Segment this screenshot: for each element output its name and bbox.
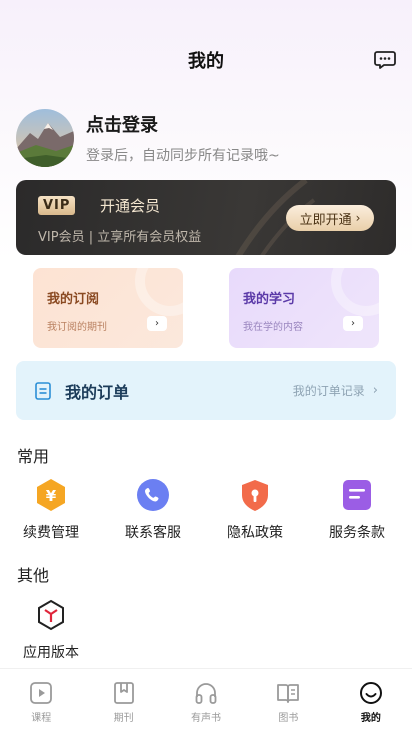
item-label: 隐私政策 xyxy=(227,525,283,541)
profile-login[interactable]: 点击登录 登录后，自动同步所有记录哦~ xyxy=(16,108,396,168)
item-label: 续费管理 xyxy=(23,525,79,541)
avatar[interactable] xyxy=(16,109,74,167)
decorative-ring xyxy=(135,268,183,316)
order-records-label: 我的订单记录 xyxy=(292,384,365,398)
shield-lock-icon xyxy=(238,478,272,512)
tile-title: 我的学习 xyxy=(243,292,296,307)
section-title-other: 其他 xyxy=(17,566,50,585)
tab-courses[interactable]: 课程 xyxy=(0,669,82,734)
item-label: 应用版本 xyxy=(23,645,79,661)
chevron-right-icon[interactable]: › xyxy=(343,316,363,331)
tab-label: 我的 xyxy=(360,713,381,724)
video-icon xyxy=(30,682,53,704)
tab-label: 期刊 xyxy=(113,713,134,724)
page-title: 我的 xyxy=(188,51,224,72)
section-title-common: 常用 xyxy=(17,447,50,466)
decorative-ring xyxy=(331,268,379,316)
order-list-icon xyxy=(35,381,51,400)
bookmark-icon xyxy=(113,682,134,704)
tile-subtitle: 我订阅的期刊 xyxy=(47,322,107,333)
my-learning-card[interactable]: 我的学习 我在学的内容 › xyxy=(229,268,379,348)
vip-title: 开通会员 xyxy=(100,197,161,215)
tab-label: 图书 xyxy=(278,713,299,724)
headphones-icon xyxy=(195,683,217,704)
item-label: 联系客服 xyxy=(125,525,181,541)
message-icon[interactable] xyxy=(374,50,396,70)
tab-audiobooks[interactable]: 有声书 xyxy=(165,669,247,734)
smile-face-icon xyxy=(359,682,382,704)
tab-me[interactable]: 我的 xyxy=(330,669,412,734)
orders-title: 我的订单 xyxy=(65,382,130,402)
tab-books[interactable]: 图书 xyxy=(247,669,329,734)
renewal-yen-icon: ¥ xyxy=(34,478,68,512)
avatar-mountain-image xyxy=(16,109,74,167)
renewal-management-item[interactable]: ¥ 续费管理 xyxy=(11,478,91,542)
terms-of-service-item[interactable]: 服务条款 xyxy=(317,478,397,542)
chevron-right-icon: › xyxy=(355,211,361,225)
vip-badge: VIP xyxy=(38,196,76,215)
document-icon xyxy=(340,478,374,512)
header: 我的 xyxy=(0,28,412,92)
vip-card[interactable]: VIP 开通会员 VIP会员 | 立享所有会员权益 立即开通 › xyxy=(16,180,396,255)
my-orders-bar[interactable]: 我的订单 我的订单记录 › xyxy=(16,361,396,420)
vip-description: VIP会员 | 立享所有会员权益 xyxy=(38,230,202,245)
order-records-link[interactable]: 我的订单记录 › xyxy=(293,382,378,399)
login-subtitle: 登录后，自动同步所有记录哦~ xyxy=(86,148,280,164)
app-version-item[interactable]: 应用版本 xyxy=(11,598,91,662)
privacy-policy-item[interactable]: 隐私政策 xyxy=(215,478,295,542)
app-version-icon xyxy=(34,598,68,632)
vip-open-button-label: 立即开通 xyxy=(299,212,352,228)
tab-label: 课程 xyxy=(31,713,52,724)
my-subscriptions-card[interactable]: 我的订阅 我订阅的期刊 › xyxy=(33,268,183,348)
phone-icon xyxy=(136,478,170,512)
login-title[interactable]: 点击登录 xyxy=(86,111,280,137)
tab-journals[interactable]: 期刊 xyxy=(82,669,164,734)
svg-text:¥: ¥ xyxy=(46,487,57,505)
vip-open-button[interactable]: 立即开通 › xyxy=(286,205,374,231)
tab-label: 有声书 xyxy=(191,713,222,724)
bottom-tab-bar: 课程 期刊 有声书 图书 我的 xyxy=(0,668,412,734)
tile-subtitle: 我在学的内容 xyxy=(243,322,303,333)
tile-title: 我的订阅 xyxy=(47,292,100,307)
chevron-right-icon: › xyxy=(372,383,378,398)
status-bar xyxy=(0,0,412,28)
item-label: 服务条款 xyxy=(329,525,385,541)
open-book-icon xyxy=(277,684,300,703)
chevron-right-icon[interactable]: › xyxy=(147,316,167,331)
contact-service-item[interactable]: 联系客服 xyxy=(113,478,193,542)
